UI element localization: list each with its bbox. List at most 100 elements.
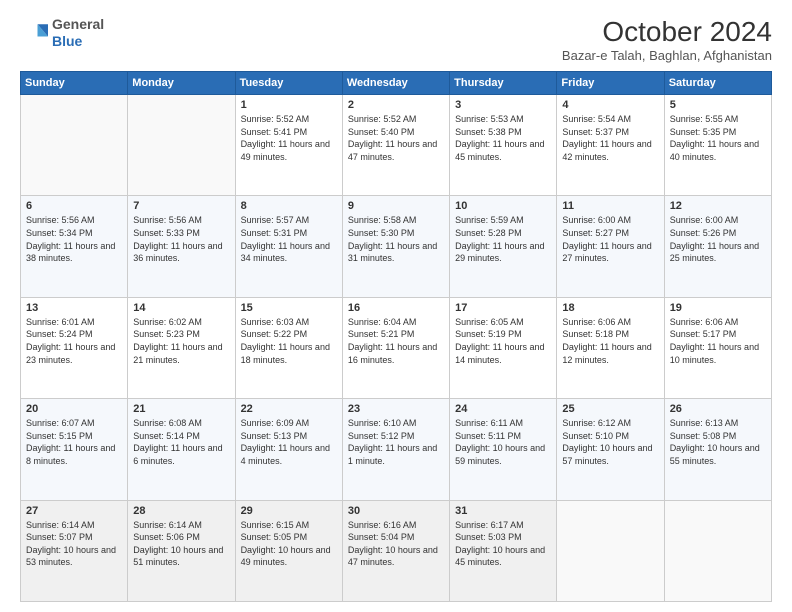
day-number: 29 <box>241 505 337 517</box>
day-number: 18 <box>562 302 658 314</box>
calendar-cell: 30 Sunrise: 6:16 AM Sunset: 5:04 PM Dayli… <box>342 500 449 601</box>
calendar-cell: 9Sunrise: 5:58 AM Sunset: 5:30 PM Daylig… <box>342 196 449 297</box>
month-title: October 2024 <box>562 16 772 48</box>
day-number: 10 <box>455 200 551 212</box>
calendar-cell <box>557 500 664 601</box>
day-details: Sunrise: 5:58 AM Sunset: 5:30 PM Dayligh… <box>348 214 444 264</box>
weekday-header-monday: Monday <box>128 72 235 95</box>
week-row-3: 13Sunrise: 6:01 AM Sunset: 5:24 PM Dayli… <box>21 297 772 398</box>
calendar-cell: 11 Sunrise: 6:00 AM Sunset: 5:27 PM Dayli… <box>557 196 664 297</box>
logo-icon <box>20 19 48 47</box>
day-number: 31 <box>455 505 551 517</box>
day-details: Sunrise: 5:52 AM Sunset: 5:40 PM Dayligh… <box>348 113 444 163</box>
calendar-cell <box>21 95 128 196</box>
day-number: 12 <box>670 200 766 212</box>
weekday-header-tuesday: Tuesday <box>235 72 342 95</box>
calendar-cell: 22Sunrise: 6:09 AM Sunset: 5:13 PM Dayli… <box>235 399 342 500</box>
day-details: Sunrise: 5:59 AM Sunset: 5:28 PM Dayligh… <box>455 214 551 264</box>
day-details: Sunrise: 6:16 AM Sunset: 5:04 PM Dayligh… <box>348 519 444 569</box>
calendar-cell: 25Sunrise: 6:12 AM Sunset: 5:10 PM Dayli… <box>557 399 664 500</box>
day-number: 23 <box>348 403 444 415</box>
weekday-header-sunday: Sunday <box>21 72 128 95</box>
weekday-header-row: SundayMondayTuesdayWednesdayThursdayFrid… <box>21 72 772 95</box>
day-number: 2 <box>348 99 444 111</box>
calendar-cell: 29 Sunrise: 6:15 AM Sunset: 5:05 PM Dayli… <box>235 500 342 601</box>
weekday-header-friday: Friday <box>557 72 664 95</box>
day-details: Sunrise: 6:08 AM Sunset: 5:14 PM Dayligh… <box>133 417 229 467</box>
calendar-cell: 19Sunrise: 6:06 AM Sunset: 5:17 PM Dayli… <box>664 297 771 398</box>
weekday-header-saturday: Saturday <box>664 72 771 95</box>
day-number: 14 <box>133 302 229 314</box>
day-details: Sunrise: 5:52 AM Sunset: 5:41 PM Dayligh… <box>241 113 337 163</box>
day-details: Sunrise: 6:10 AM Sunset: 5:12 PM Dayligh… <box>348 417 444 467</box>
day-details: Sunrise: 6:09 AM Sunset: 5:13 PM Dayligh… <box>241 417 337 467</box>
day-details: Sunrise: 6:13 AM Sunset: 5:08 PM Dayligh… <box>670 417 766 467</box>
location-subtitle: Bazar-e Talah, Baghlan, Afghanistan <box>562 48 772 63</box>
calendar-cell: 23 Sunrise: 6:10 AM Sunset: 5:12 PM Dayli… <box>342 399 449 500</box>
calendar-cell: 2 Sunrise: 5:52 AM Sunset: 5:40 PM Daylig… <box>342 95 449 196</box>
calendar-cell: 17Sunrise: 6:05 AM Sunset: 5:19 PM Dayli… <box>450 297 557 398</box>
day-number: 24 <box>455 403 551 415</box>
calendar-cell: 13Sunrise: 6:01 AM Sunset: 5:24 PM Dayli… <box>21 297 128 398</box>
header: General Blue October 2024 Bazar-e Talah,… <box>20 16 772 63</box>
calendar-cell: 20Sunrise: 6:07 AM Sunset: 5:15 PM Dayli… <box>21 399 128 500</box>
calendar-cell <box>664 500 771 601</box>
day-details: Sunrise: 6:14 AM Sunset: 5:07 PM Dayligh… <box>26 519 122 569</box>
calendar-cell: 27 Sunrise: 6:14 AM Sunset: 5:07 PM Dayli… <box>21 500 128 601</box>
page: General Blue October 2024 Bazar-e Talah,… <box>0 0 792 612</box>
logo: General Blue <box>20 16 104 50</box>
day-number: 27 <box>26 505 122 517</box>
day-number: 17 <box>455 302 551 314</box>
weekday-header-thursday: Thursday <box>450 72 557 95</box>
week-row-4: 20Sunrise: 6:07 AM Sunset: 5:15 PM Dayli… <box>21 399 772 500</box>
calendar-cell: 8 Sunrise: 5:57 AM Sunset: 5:31 PM Daylig… <box>235 196 342 297</box>
calendar-cell: 12 Sunrise: 6:00 AM Sunset: 5:26 PM Dayli… <box>664 196 771 297</box>
day-details: Sunrise: 5:57 AM Sunset: 5:31 PM Dayligh… <box>241 214 337 264</box>
calendar-cell: 28 Sunrise: 6:14 AM Sunset: 5:06 PM Dayli… <box>128 500 235 601</box>
day-details: Sunrise: 6:15 AM Sunset: 5:05 PM Dayligh… <box>241 519 337 569</box>
logo-blue: Blue <box>52 33 82 49</box>
week-row-1: 1 Sunrise: 5:52 AM Sunset: 5:41 PM Daylig… <box>21 95 772 196</box>
logo-general: General <box>52 16 104 32</box>
day-number: 6 <box>26 200 122 212</box>
day-number: 30 <box>348 505 444 517</box>
day-number: 5 <box>670 99 766 111</box>
day-number: 28 <box>133 505 229 517</box>
calendar-cell: 18Sunrise: 6:06 AM Sunset: 5:18 PM Dayli… <box>557 297 664 398</box>
day-details: Sunrise: 6:03 AM Sunset: 5:22 PM Dayligh… <box>241 316 337 366</box>
day-number: 13 <box>26 302 122 314</box>
calendar-cell: 21 Sunrise: 6:08 AM Sunset: 5:14 PM Dayli… <box>128 399 235 500</box>
calendar-cell: 1 Sunrise: 5:52 AM Sunset: 5:41 PM Daylig… <box>235 95 342 196</box>
title-block: October 2024 Bazar-e Talah, Baghlan, Afg… <box>562 16 772 63</box>
calendar-cell <box>128 95 235 196</box>
day-number: 19 <box>670 302 766 314</box>
day-number: 15 <box>241 302 337 314</box>
day-number: 3 <box>455 99 551 111</box>
calendar-cell: 31 Sunrise: 6:17 AM Sunset: 5:03 PM Dayli… <box>450 500 557 601</box>
day-details: Sunrise: 6:12 AM Sunset: 5:10 PM Dayligh… <box>562 417 658 467</box>
day-number: 16 <box>348 302 444 314</box>
day-number: 4 <box>562 99 658 111</box>
logo-text: General Blue <box>52 16 104 50</box>
calendar-cell: 24Sunrise: 6:11 AM Sunset: 5:11 PM Dayli… <box>450 399 557 500</box>
day-details: Sunrise: 6:17 AM Sunset: 5:03 PM Dayligh… <box>455 519 551 569</box>
day-details: Sunrise: 6:07 AM Sunset: 5:15 PM Dayligh… <box>26 417 122 467</box>
day-number: 1 <box>241 99 337 111</box>
day-details: Sunrise: 6:00 AM Sunset: 5:26 PM Dayligh… <box>670 214 766 264</box>
day-number: 26 <box>670 403 766 415</box>
day-details: Sunrise: 6:00 AM Sunset: 5:27 PM Dayligh… <box>562 214 658 264</box>
calendar-table: SundayMondayTuesdayWednesdayThursdayFrid… <box>20 71 772 602</box>
calendar-cell: 10 Sunrise: 5:59 AM Sunset: 5:28 PM Dayli… <box>450 196 557 297</box>
day-details: Sunrise: 6:14 AM Sunset: 5:06 PM Dayligh… <box>133 519 229 569</box>
day-number: 8 <box>241 200 337 212</box>
day-details: Sunrise: 5:55 AM Sunset: 5:35 PM Dayligh… <box>670 113 766 163</box>
day-number: 21 <box>133 403 229 415</box>
calendar-cell: 14 Sunrise: 6:02 AM Sunset: 5:23 PM Dayli… <box>128 297 235 398</box>
day-details: Sunrise: 6:02 AM Sunset: 5:23 PM Dayligh… <box>133 316 229 366</box>
day-number: 7 <box>133 200 229 212</box>
calendar-cell: 3Sunrise: 5:53 AM Sunset: 5:38 PM Daylig… <box>450 95 557 196</box>
day-details: Sunrise: 5:54 AM Sunset: 5:37 PM Dayligh… <box>562 113 658 163</box>
weekday-header-wednesday: Wednesday <box>342 72 449 95</box>
day-number: 11 <box>562 200 658 212</box>
calendar-cell: 7Sunrise: 5:56 AM Sunset: 5:33 PM Daylig… <box>128 196 235 297</box>
